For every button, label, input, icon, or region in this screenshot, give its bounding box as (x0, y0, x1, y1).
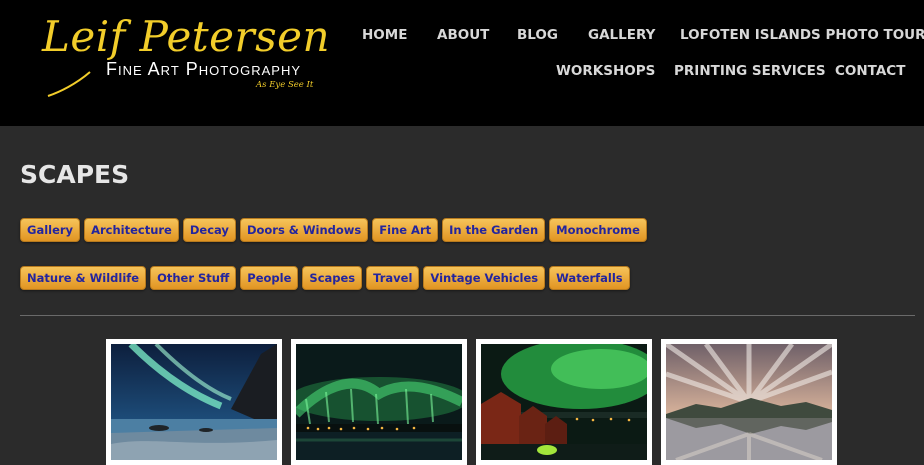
nav-lofoten-tours[interactable]: LOFOTEN ISLANDS PHOTO TOURS (680, 27, 924, 43)
nav-home[interactable]: HOME (362, 27, 407, 43)
category-button-in-the-garden[interactable]: In the Garden (442, 218, 546, 242)
clouds-reflection-image (666, 344, 832, 460)
section-divider (20, 315, 915, 316)
category-button-travel[interactable]: Travel (366, 266, 420, 290)
logo-swash-icon (47, 71, 91, 97)
nav-blog[interactable]: BLOG (517, 27, 558, 43)
category-button-architecture[interactable]: Architecture (84, 218, 179, 242)
nav-workshops[interactable]: WORKSHOPS (556, 63, 655, 79)
site-logo[interactable]: Leif Petersen Fine Art Photography As Ey… (38, 8, 338, 100)
gallery-thumbnail[interactable] (291, 339, 467, 465)
category-row-2: Nature & Wildlife Other Stuff People Sca… (20, 266, 630, 290)
logo-tagline: As Eye See It (256, 80, 314, 90)
category-button-nature-wildlife[interactable]: Nature & Wildlife (20, 266, 147, 290)
aurora-beach-image (111, 344, 277, 460)
category-row-1: Gallery Architecture Decay Doors & Windo… (20, 218, 647, 242)
category-button-decay[interactable]: Decay (182, 218, 236, 242)
category-button-vintage-vehicles[interactable]: Vintage Vehicles (423, 266, 546, 290)
logo-subtitle: Fine Art Photography (106, 59, 301, 79)
category-button-scapes[interactable]: Scapes (302, 266, 363, 290)
gallery-thumbnail[interactable] (476, 339, 652, 465)
aurora-town-image (296, 344, 462, 460)
category-button-fine-art[interactable]: Fine Art (372, 218, 439, 242)
nav-contact[interactable]: CONTACT (835, 63, 905, 79)
category-button-waterfalls[interactable]: Waterfalls (549, 266, 630, 290)
category-button-monochrome[interactable]: Monochrome (549, 218, 647, 242)
category-button-people[interactable]: People (240, 266, 299, 290)
category-button-other-stuff[interactable]: Other Stuff (150, 266, 237, 290)
category-button-doors-windows[interactable]: Doors & Windows (239, 218, 369, 242)
category-button-gallery[interactable]: Gallery (20, 218, 81, 242)
aurora-cabins-image (481, 344, 647, 460)
page-title: SCAPES (20, 160, 130, 189)
gallery-thumbnail[interactable] (106, 339, 282, 465)
logo-script-text: Leif Petersen (42, 12, 331, 61)
nav-about[interactable]: ABOUT (437, 27, 489, 43)
site-header: Leif Petersen Fine Art Photography As Ey… (0, 0, 924, 126)
nav-gallery[interactable]: GALLERY (588, 27, 655, 43)
gallery-thumbnail[interactable] (661, 339, 837, 465)
nav-printing-services[interactable]: PRINTING SERVICES (674, 63, 826, 79)
